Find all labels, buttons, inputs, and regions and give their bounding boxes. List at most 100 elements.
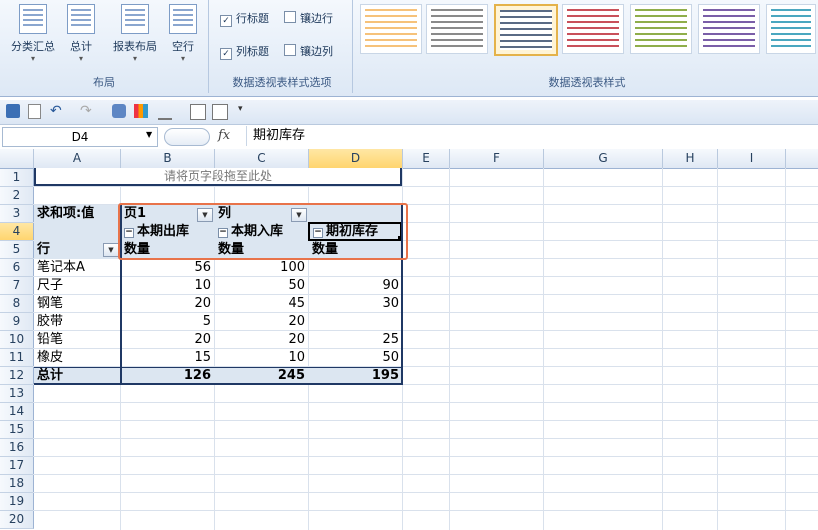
pivot-value-cell[interactable]: 20 [215,313,308,331]
col-headers-checkbox[interactable]: ✓ 列标题 [220,43,269,60]
pivot-value-cell[interactable]: 100 [215,259,308,277]
row-header[interactable]: 19 [0,493,34,511]
formula-bar: D4 ▼ fx 期初库存 [0,125,818,150]
pivot-value-cell[interactable]: 56 [121,259,214,277]
pivot-value-cell[interactable] [309,259,402,277]
pivot-value-cell[interactable]: 45 [215,295,308,313]
pivot-style-thumb-4[interactable] [562,4,624,54]
row-header[interactable]: 8 [0,295,34,313]
row-header[interactable]: 15 [0,421,34,439]
col-header-next[interactable] [786,149,818,169]
row-header[interactable]: 17 [0,457,34,475]
row-header-active[interactable]: 4 [0,223,34,241]
table-icon[interactable] [212,104,228,120]
blank-rows-label: 空行 [172,40,194,53]
report-layout-label: 报表布局 [113,40,157,53]
undo-icon[interactable]: ↶ [50,104,64,118]
form-icon[interactable] [190,104,206,120]
chevron-down-icon[interactable]: ▼ [146,130,152,139]
page-field-drop-hint: 请将页字段拖至此处 [163,169,272,183]
col-header-d[interactable]: D [309,149,403,169]
insert-function-icon[interactable]: fx [218,128,230,143]
pivot-value-cell[interactable]: 20 [121,295,214,313]
select-all-corner[interactable] [0,149,34,169]
row-header[interactable]: 5 [0,241,34,259]
dropdown-arrow-icon[interactable]: ▼ [103,243,119,257]
pivot-value-cell[interactable]: 10 [121,277,214,295]
row-header[interactable]: 16 [0,439,34,457]
chevron-down-icon: ▾ [180,54,185,63]
pivot-value-cell[interactable]: 50 [309,349,402,367]
col-header-f[interactable]: F [450,149,544,169]
row-header[interactable]: 1 [0,169,34,187]
pivot-value-cell[interactable]: 90 [309,277,402,295]
pivot-row-field: 行 [37,242,51,257]
name-box[interactable]: D4 [2,127,158,147]
pivot-style-thumb-3-selected[interactable] [494,4,558,56]
row-header[interactable]: 10 [0,331,34,349]
report-layout-button[interactable]: 报表布局 ▾ [110,0,160,70]
formula-bar-resize-handle[interactable] [164,128,210,146]
col-header-e[interactable]: E [403,149,450,169]
chevron-down-icon: ▾ [132,54,137,63]
col-header-a[interactable]: A [34,149,121,169]
pivot-style-thumb-2[interactable] [426,4,488,54]
pivot-value-cell[interactable]: 25 [309,331,402,349]
pivot-style-thumb-7[interactable] [766,4,816,54]
row-header[interactable]: 14 [0,403,34,421]
banded-rows-checkbox[interactable]: 镶边行 [284,10,333,26]
pivot-value-cell[interactable]: 10 [215,349,308,367]
row-header[interactable]: 9 [0,313,34,331]
subtotals-button[interactable]: 分类汇总 ▾ [8,0,58,70]
pivot-value-cell[interactable]: 15 [121,349,214,367]
row-headers-checkbox[interactable]: ✓ 行标题 [220,10,269,27]
row-header[interactable]: 2 [0,187,34,205]
pivot-row-label[interactable]: 尺子 [37,277,119,295]
row-header[interactable]: 6 [0,259,34,277]
pivot-row-label[interactable]: 胶带 [37,313,119,331]
pivot-value-cell[interactable]: 5 [121,313,214,331]
save-icon[interactable] [6,104,20,118]
page-field-drop-area[interactable]: 请将页字段拖至此处 [34,168,402,186]
grand-totals-icon [67,4,95,34]
col-header-h[interactable]: H [663,149,718,169]
pivot-value-cell[interactable]: 30 [309,295,402,313]
row-header[interactable]: 7 [0,277,34,295]
formula-input[interactable]: 期初库存 [246,126,818,146]
pivot-value-cell[interactable] [309,313,402,331]
row-header[interactable]: 3 [0,205,34,223]
pivot-style-thumb-6[interactable] [698,4,760,54]
banded-cols-checkbox[interactable]: 镶边列 [284,43,333,59]
col-header-g[interactable]: G [544,149,663,169]
blank-rows-icon [169,4,197,34]
col-header-c[interactable]: C [215,149,309,169]
row-header[interactable]: 18 [0,475,34,493]
col-header-i[interactable]: I [718,149,786,169]
pivot-row-label[interactable]: 橡皮 [37,349,119,367]
chart-icon[interactable] [134,104,148,118]
grand-totals-button[interactable]: 总计 ▾ [56,0,106,70]
redo-icon[interactable]: ↷ [80,104,94,118]
pivot-value-cell[interactable]: 20 [215,331,308,349]
sort-icon[interactable] [112,104,126,118]
highlight-box [118,203,408,260]
edit-icon[interactable] [158,104,172,120]
formula-content: 期初库存 [253,128,306,143]
customize-toolbar-icon[interactable]: ▾ [238,104,252,118]
row-header[interactable]: 13 [0,385,34,403]
row-header[interactable]: 20 [0,511,34,529]
pivot-row-label[interactable]: 铅笔 [37,331,119,349]
blank-rows-button[interactable]: 空行 ▾ [158,0,208,70]
pivot-value-cell[interactable]: 50 [215,277,308,295]
unchecked-box-icon [284,44,296,56]
pivot-value-cell[interactable]: 20 [121,331,214,349]
row-headers-label: 行标题 [236,12,269,25]
row-header[interactable]: 12 [0,367,34,385]
col-header-b[interactable]: B [121,149,215,169]
pivot-row-label[interactable]: 钢笔 [37,295,119,313]
pivot-style-thumb-1[interactable] [360,4,422,54]
new-document-icon[interactable] [28,104,41,119]
row-header[interactable]: 11 [0,349,34,367]
pivot-style-thumb-5[interactable] [630,4,692,54]
pivot-row-label[interactable]: 笔记本A [37,259,119,277]
